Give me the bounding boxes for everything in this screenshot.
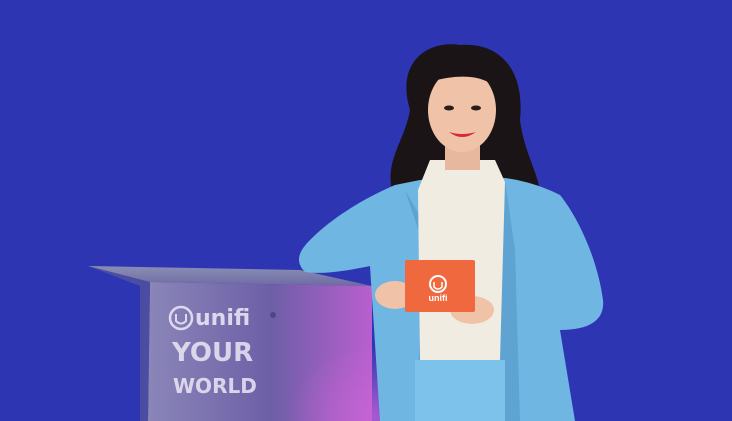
scene: unifi YOUR WORLD unifi	[0, 0, 732, 421]
podium-brand-name: unifi	[195, 306, 251, 331]
podium-line-1: YOUR	[172, 338, 254, 368]
podium-brand: unifi	[195, 306, 250, 331]
card-brand-name: unifi	[428, 293, 448, 303]
podium-line-2: WORLD	[173, 374, 257, 398]
unifi-card	[405, 260, 475, 312]
scene-illustration	[88, 44, 604, 421]
